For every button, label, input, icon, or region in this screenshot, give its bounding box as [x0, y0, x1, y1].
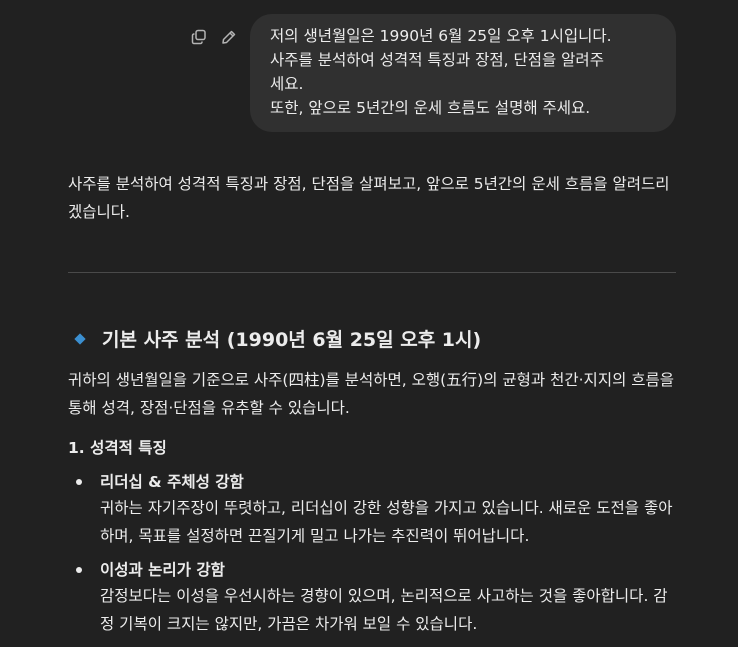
user-message-bubble: 저의 생년월일은 1990년 6월 25일 오후 1시입니다. 사주를 분석하여…	[250, 14, 676, 132]
user-message-line: 또한, 앞으로 5년간의 운세 흐름도 설명해 주세요.	[270, 99, 591, 117]
bullet-dot	[76, 567, 82, 573]
bullet-title: 이성과 논리가 강함	[100, 561, 225, 579]
section-heading-text: 기본 사주 분석 (1990년 6월 25일 오후 1시)	[102, 329, 482, 351]
divider	[68, 272, 676, 273]
bullet-title: 리더십 & 주체성 강함	[100, 473, 244, 491]
assistant-intro: 사주를 분석하여 성격적 특징과 장점, 단점을 살펴보고, 앞으로 5년간의 …	[68, 175, 670, 221]
section-paragraph: 귀하의 생년월일을 기준으로 사주(四柱)를 분석하면, 오행(五行)의 균형과…	[68, 371, 675, 417]
user-message-actions	[190, 28, 238, 46]
sub-heading: 1. 성격적 특징	[68, 439, 167, 457]
section-heading: 기본 사주 분석 (1990년 6월 25일 오후 1시)	[74, 325, 676, 352]
user-message-line: 저의 생년월일은 1990년 6월 25일 오후 1시입니다.	[270, 27, 612, 45]
list-item: 이성과 논리가 강함 감정보다는 이성을 우선시하는 경향이 있으며, 논리적으…	[68, 558, 676, 638]
pencil-icon[interactable]	[220, 28, 238, 46]
user-message-line: 세요.	[270, 75, 304, 93]
user-message-line: 사주를 분석하여 성격적 특징과 장점, 단점을 알려주	[270, 51, 604, 69]
bullet-text: 감정보다는 이성을 우선시하는 경향이 있으며, 논리적으로 사고하는 것을 좋…	[100, 587, 668, 633]
bullet-dot	[76, 479, 82, 485]
diamond-icon	[74, 332, 86, 345]
assistant-message: 사주를 분석하여 성격적 특징과 장점, 단점을 살펴보고, 앞으로 5년간의 …	[68, 170, 676, 646]
copy-icon[interactable]	[190, 28, 208, 46]
bullet-list: 리더십 & 주체성 강함 귀하는 자기주장이 뚜렷하고, 리더십이 강한 성향을…	[68, 470, 676, 638]
list-item: 리더십 & 주체성 강함 귀하는 자기주장이 뚜렷하고, 리더십이 강한 성향을…	[68, 470, 676, 550]
chat-page: 저의 생년월일은 1990년 6월 25일 오후 1시입니다. 사주를 분석하여…	[0, 0, 738, 647]
bullet-text: 귀하는 자기주장이 뚜렷하고, 리더십이 강한 성향을 가지고 있습니다. 새로…	[100, 499, 673, 545]
